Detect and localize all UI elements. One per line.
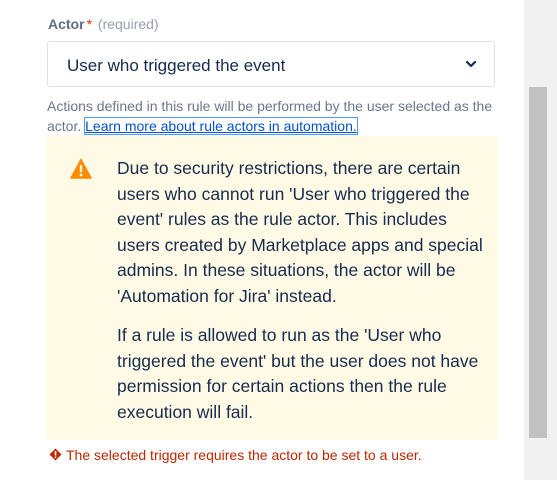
actor-select-value: User who triggered the event xyxy=(67,56,286,75)
warning-text: Due to security restrictions, there are … xyxy=(117,156,487,425)
warning-triangle-icon xyxy=(70,158,92,180)
error-text: The selected trigger requires the actor … xyxy=(66,447,422,463)
required-hint: (required) xyxy=(97,16,159,32)
actor-field-label: Actor * (required) xyxy=(48,16,159,32)
warning-paragraph-2: If a rule is allowed to run as the 'User… xyxy=(117,325,479,422)
error-icon xyxy=(49,448,62,461)
required-star: * xyxy=(86,16,93,32)
scrollbar-thumb[interactable] xyxy=(529,87,547,438)
actor-select[interactable]: User who triggered the event xyxy=(47,41,495,87)
actor-error-message: The selected trigger requires the actor … xyxy=(49,447,422,463)
actor-label-text: Actor xyxy=(48,16,85,32)
learn-more-link[interactable]: Learn more about rule actors in automati… xyxy=(84,117,358,135)
actor-help-text: Actions defined in this rule will be per… xyxy=(47,96,497,136)
chevron-down-icon[interactable] xyxy=(464,57,478,71)
rule-actor-panel: Actor * (required) User who triggered the… xyxy=(0,0,524,480)
warning-paragraph-1: Due to security restrictions, there are … xyxy=(117,158,483,306)
security-warning-message: Due to security restrictions, there are … xyxy=(46,136,498,440)
